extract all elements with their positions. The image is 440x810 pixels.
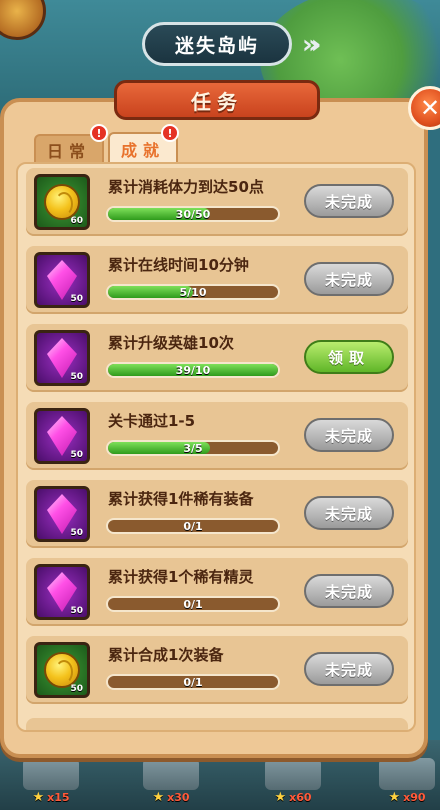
reward-amount: 50 (70, 528, 83, 538)
reward-slot: 50 (34, 486, 90, 542)
gold-coin-icon (44, 184, 80, 220)
alert-mark: ! (167, 126, 173, 140)
progress-bar: 30/50 (106, 206, 280, 222)
alert-icon: ! (90, 124, 108, 142)
panel-title: 任务 (114, 80, 320, 120)
incomplete-button[interactable]: 未完成 (304, 496, 394, 530)
task-row: 50 累计获得1件稀有装备 0/1 未完成 (26, 480, 408, 548)
progress-text: 0/1 (183, 519, 203, 533)
panel-title-text: 任务 (191, 89, 243, 114)
progress-bar: 39/10 (106, 362, 280, 378)
progress-text: 3/5 (183, 441, 203, 455)
task-title: 累计升级英雄10次 (108, 334, 234, 352)
progress-bar: 0/1 (106, 674, 280, 690)
chest-count: x90 (403, 791, 426, 804)
reward-slot: 50 (34, 330, 90, 386)
close-icon: ✕ (419, 94, 440, 122)
chest-icon (265, 758, 321, 790)
chest-icon (379, 758, 435, 790)
tab-daily-label: 日常 (46, 142, 91, 161)
reward-amount: 50 (70, 372, 83, 382)
star-icon: ★ (32, 790, 45, 805)
alert-mark: ! (96, 126, 102, 140)
bottom-chest-item[interactable]: ★ x15 (14, 758, 88, 806)
chest-count: x30 (167, 791, 190, 804)
reward-amount: 50 (70, 684, 83, 694)
task-title: 累计获得1件稀有装备 (108, 490, 254, 508)
task-title: 累计合成1次装备 (108, 646, 224, 664)
chest-icon (143, 758, 199, 790)
incomplete-button[interactable]: 未完成 (304, 574, 394, 608)
reward-slot: 50 (34, 564, 90, 620)
incomplete-button[interactable]: 未完成 (304, 184, 394, 218)
reward-amount: 50 (70, 450, 83, 460)
alert-icon: ! (161, 124, 179, 142)
task-row: 50 累计在线时间10分钟 5/10 未完成 (26, 246, 408, 314)
reward-slot: 50 (34, 252, 90, 308)
bottom-chest-item[interactable]: ★ x30 (134, 758, 208, 806)
task-title: 累计消耗体力到达50点 (108, 178, 264, 196)
task-row: 50 关卡通过1-5 3/5 未完成 (26, 402, 408, 470)
bottom-chest-item[interactable]: ★ x90 (370, 758, 440, 806)
reward-slot: 60 (34, 174, 90, 230)
task-row: 60 累计消耗体力到达50点 30/50 未完成 (26, 168, 408, 236)
task-row: 50 累计获得1个稀有精灵 0/1 未完成 (26, 558, 408, 626)
reward-amount: 60 (70, 216, 83, 226)
star-icon: ★ (274, 790, 287, 805)
next-task-row-edge (26, 718, 408, 730)
progress-bar: 3/5 (106, 440, 280, 456)
reward-amount: 50 (70, 606, 83, 616)
incomplete-button[interactable]: 未完成 (304, 262, 394, 296)
claim-button[interactable]: 领取 (304, 340, 394, 374)
incomplete-button[interactable]: 未完成 (304, 418, 394, 452)
task-row: 50 累计合成1次装备 0/1 未完成 (26, 636, 408, 704)
reward-amount: 50 (70, 294, 83, 304)
task-title: 累计获得1个稀有精灵 (108, 568, 254, 586)
bottom-chest-item[interactable]: ★ x60 (256, 758, 330, 806)
chest-icon (23, 758, 79, 790)
progress-bar: 0/1 (106, 596, 280, 612)
star-icon: ★ (388, 790, 401, 805)
progress-text: 39/10 (175, 363, 211, 377)
chest-count: x60 (289, 791, 312, 804)
task-title: 累计在线时间10分钟 (108, 256, 249, 274)
progress-bar: 0/1 (106, 518, 280, 534)
incomplete-button[interactable]: 未完成 (304, 652, 394, 686)
task-title: 关卡通过1-5 (108, 412, 196, 430)
progress-text: 0/1 (183, 597, 203, 611)
tab-achievement-label: 成就 (120, 141, 165, 160)
location-name: 迷失岛屿 (174, 34, 259, 57)
progress-text: 30/50 (175, 207, 211, 221)
reward-slot: 50 (34, 408, 90, 464)
progress-text: 0/1 (183, 675, 203, 689)
progress-text: 5/10 (179, 285, 207, 299)
location-pill[interactable]: 迷失岛屿 (142, 22, 292, 66)
task-list[interactable]: 60 累计消耗体力到达50点 30/50 未完成 50 累计在线时间10分钟 5… (16, 162, 416, 732)
chest-count: x15 (47, 791, 70, 804)
star-icon: ★ (152, 790, 165, 805)
reward-slot: 50 (34, 642, 90, 698)
task-row: 50 累计升级英雄10次 39/10 领取 (26, 324, 408, 392)
progress-bar: 5/10 (106, 284, 280, 300)
gold-coin-icon (44, 652, 80, 688)
fast-forward-icon[interactable]: »› (302, 28, 348, 62)
